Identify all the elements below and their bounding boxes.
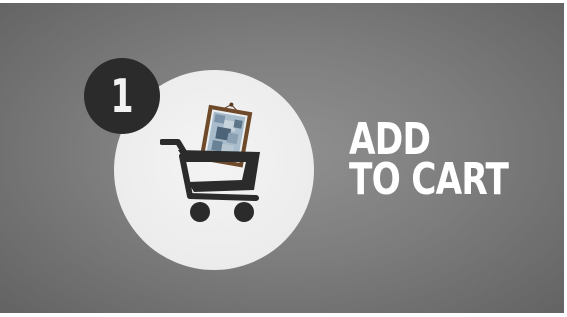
step-number: 1	[110, 69, 134, 123]
shopping-cart-icon	[160, 102, 260, 222]
slide-background: 1 ADD TO CART	[0, 0, 567, 317]
step-title: ADD TO CART	[349, 118, 509, 205]
step-number-badge: 1	[84, 58, 160, 134]
step-title-line-2: TO CART	[349, 154, 509, 205]
